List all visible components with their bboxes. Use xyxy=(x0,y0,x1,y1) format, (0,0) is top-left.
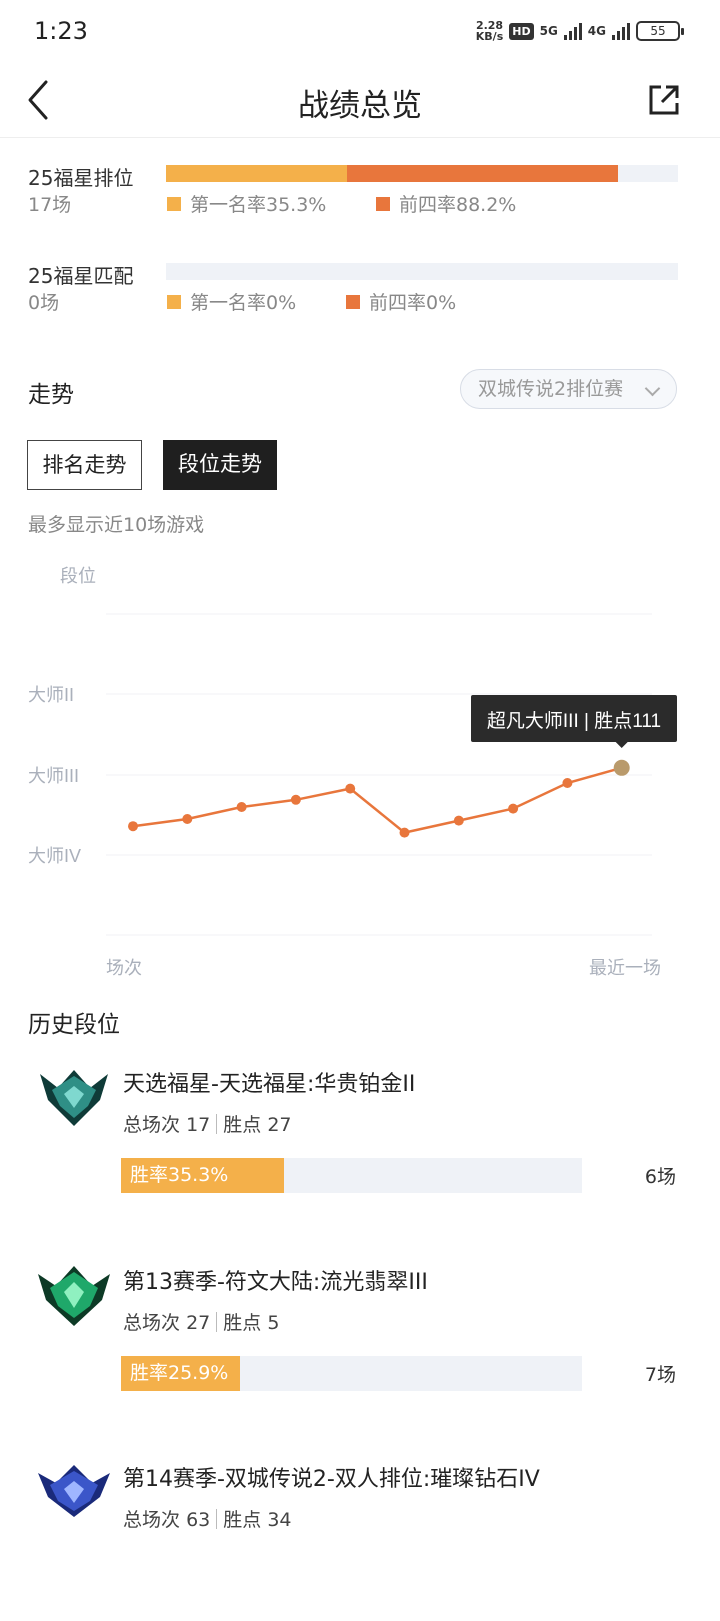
chart-point[interactable] xyxy=(562,778,573,788)
hd-icon: HD xyxy=(509,22,534,40)
chart-point[interactable] xyxy=(345,783,356,794)
chart-y-axis-label: 段位 xyxy=(60,566,96,586)
match-stat: 25福星匹配 0场 第一名率0% 前四率0% xyxy=(28,260,688,320)
chart-point[interactable] xyxy=(453,815,464,826)
top4-rate-legend: 前四率0% xyxy=(346,288,456,315)
chart-y-tick-label: 大师III xyxy=(28,766,79,786)
stat-count: 17场 xyxy=(28,194,72,216)
history-title: 历史段位 xyxy=(28,1012,120,1038)
tier-trend-chart: 段位 大师II 大师III 大师IV 超凡大师III | 胜点111 场次 最近一场 xyxy=(28,566,677,978)
emerald-emblem-icon xyxy=(38,1266,110,1326)
chart-tooltip: 超凡大师III | 胜点111 xyxy=(471,695,677,748)
system-icons: 2.28 KB/s HD 5G 4G 55 xyxy=(475,19,684,43)
legend-swatch xyxy=(167,196,181,211)
win-rate-bar: 胜率25.9% xyxy=(121,1356,582,1391)
history-item[interactable]: 天选福星-天选福星:华贵铂金II 总场次 17 胜点 27 胜率35.3% 6场 xyxy=(0,1066,720,1226)
trend-title: 走势 xyxy=(28,382,74,408)
chart-point[interactable] xyxy=(290,794,301,805)
history-item-meta: 总场次 27 胜点 5 xyxy=(123,1312,280,1334)
history-item-meta: 总场次 63 胜点 34 xyxy=(123,1509,292,1531)
divider xyxy=(216,1312,218,1332)
battery-icon: 55 xyxy=(636,21,684,41)
history-item[interactable]: 第14赛季-双城传说2-双人排位:璀璨钻石IV 总场次 63 胜点 34 xyxy=(0,1461,720,1621)
share-icon[interactable] xyxy=(646,82,682,118)
history-item-title: 天选福星-天选福星:华贵铂金II xyxy=(123,1072,416,1097)
chart-point[interactable] xyxy=(399,827,410,838)
stat-rate-bar xyxy=(166,165,678,182)
history-item-count: 7场 xyxy=(644,1364,676,1386)
legend-swatch xyxy=(167,294,181,309)
win-rate-bar: 胜率35.3% xyxy=(121,1158,582,1193)
divider xyxy=(216,1509,218,1529)
history-item[interactable]: 第13赛季-符文大陆:流光翡翠III 总场次 27 胜点 5 胜率25.9% 7场 xyxy=(0,1264,720,1424)
ranked-stat: 25福星排位 17场 第一名率35.3% 前四率88.2% xyxy=(28,162,688,222)
top4-rate-fill xyxy=(346,165,618,182)
chart-x-axis-label-right: 最近一场 xyxy=(589,958,661,978)
stat-name: 25福星排位 xyxy=(28,166,134,190)
history-item-title: 第14赛季-双城传说2-双人排位:璀璨钻石IV xyxy=(123,1467,540,1492)
first-rate-legend: 第一名率0% xyxy=(167,288,296,315)
legend-swatch xyxy=(346,294,360,309)
tab-rank-trend[interactable]: 排名走势 xyxy=(27,440,142,490)
chart-gridlines xyxy=(106,613,652,936)
history-item-title: 第13赛季-符文大陆:流光翡翠III xyxy=(123,1270,428,1295)
chart-point-latest[interactable] xyxy=(613,759,630,776)
signal-5g-label: 5G xyxy=(539,24,558,38)
signal-icon xyxy=(612,22,630,40)
chart-y-ticks: 大师II 大师III 大师IV xyxy=(28,685,81,866)
stat-rate-bar xyxy=(166,263,678,280)
signal-icon xyxy=(563,22,582,40)
net-speed: 2.28 KB/s xyxy=(475,19,504,43)
status-time: 1:23 xyxy=(34,17,88,45)
chevron-down-icon xyxy=(644,380,661,397)
tab-tier-trend[interactable]: 段位走势 xyxy=(163,440,277,490)
top4-rate-legend: 前四率88.2% xyxy=(376,190,516,217)
win-rate-fill: 胜率25.9% xyxy=(121,1356,241,1391)
first-rate-legend: 第一名率35.3% xyxy=(167,190,326,217)
top-bar: 战绩总览 xyxy=(0,64,720,138)
chart-x-axis-label-left: 场次 xyxy=(106,958,142,978)
chart-point[interactable] xyxy=(128,821,138,832)
chart-point[interactable] xyxy=(182,814,193,824)
chart-y-tick-label: 大师II xyxy=(28,685,74,705)
history-item-meta: 总场次 17 胜点 27 xyxy=(123,1114,292,1136)
win-rate-fill: 胜率35.3% xyxy=(121,1158,284,1193)
chart-points xyxy=(128,759,630,838)
status-bar: 1:23 2.28 KB/s HD 5G 4G 55 xyxy=(0,0,720,64)
season-select[interactable]: 双城传说2排位赛 xyxy=(460,369,677,409)
signal-4g-label: 4G xyxy=(587,24,606,38)
platinum-emblem-icon xyxy=(40,1070,108,1126)
stat-count: 0场 xyxy=(28,292,60,314)
first-rate-fill xyxy=(166,165,347,182)
legend-swatch xyxy=(376,196,390,211)
chart-y-tick-label: 大师IV xyxy=(28,846,81,866)
chart-point[interactable] xyxy=(508,803,519,814)
chart-series-line xyxy=(132,766,623,834)
divider xyxy=(216,1114,218,1134)
page-title: 战绩总览 xyxy=(298,88,422,124)
chart-point[interactable] xyxy=(236,802,247,812)
stat-name: 25福星匹配 xyxy=(28,264,134,288)
diamond-emblem-icon xyxy=(38,1465,110,1517)
tooltip-text: 超凡大师III | 胜点111 xyxy=(487,710,661,732)
history-item-count: 6场 xyxy=(644,1166,676,1188)
trend-hint: 最多显示近10场游戏 xyxy=(28,514,205,536)
tooltip-arrow xyxy=(614,741,629,748)
